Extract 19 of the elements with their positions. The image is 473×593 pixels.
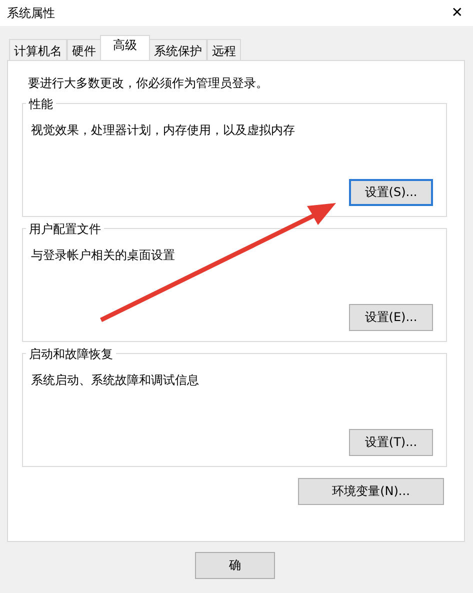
- group-title: 用户配置文件: [26, 221, 104, 238]
- group-description: 系统启动、系统故障和调试信息: [31, 372, 200, 389]
- group-title: 性能: [26, 96, 56, 113]
- tab[interactable]: 计算机名: [9, 39, 67, 60]
- tab[interactable]: 高级: [100, 35, 150, 60]
- group-description: 与登录帐户相关的桌面设置: [31, 247, 176, 264]
- ok-button[interactable]: 确: [195, 552, 275, 579]
- tab[interactable]: 远程: [207, 39, 241, 60]
- window-title: 系统属性: [7, 4, 55, 22]
- environment-variables-button[interactable]: 环境变量(N)...: [298, 478, 444, 505]
- tab[interactable]: 硬件: [67, 39, 101, 60]
- tab[interactable]: 系统保护: [149, 39, 207, 60]
- close-button[interactable]: ✕: [447, 5, 467, 21]
- group-title: 启动和故障恢复: [26, 346, 116, 363]
- settings-button[interactable]: 设置(E)...: [349, 304, 433, 331]
- settings-button[interactable]: 设置(T)...: [349, 429, 433, 456]
- settings-button[interactable]: 设置(S)...: [349, 179, 433, 206]
- group-description: 视觉效果，处理器计划，内存使用，以及虚拟内存: [31, 122, 296, 139]
- notice-text: 要进行大多数更改，你必须作为管理员登录。: [28, 75, 269, 92]
